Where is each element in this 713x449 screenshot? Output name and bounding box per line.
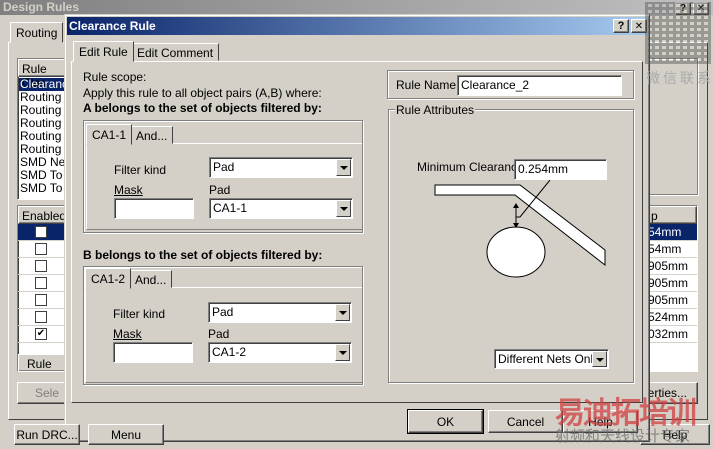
a-filter-kind-select[interactable]: Pad bbox=[209, 157, 353, 178]
enabled-checkbox[interactable]: ✔ bbox=[35, 328, 47, 340]
value-cell[interactable]: 032mm bbox=[647, 326, 697, 343]
dialog-titlebar: Clearance Rule bbox=[67, 17, 647, 35]
values-table[interactable]: p 54mm 54mm 905mm 905mm 905mm 524mm 032mm bbox=[646, 205, 698, 372]
clearance-diagram bbox=[434, 180, 606, 278]
a-tab-and[interactable]: And... bbox=[130, 126, 174, 144]
design-rules-title: Design Rules bbox=[3, 0, 80, 14]
enabled-checkbox[interactable] bbox=[35, 294, 47, 306]
b-tab-and[interactable]: And... bbox=[129, 270, 173, 288]
run-drc-button[interactable]: Run DRC... bbox=[14, 424, 80, 445]
value-cell[interactable]: 905mm bbox=[647, 292, 697, 309]
b-heading: B belongs to the set of objects filtered… bbox=[83, 248, 323, 262]
value-cell[interactable]: 54mm bbox=[647, 224, 697, 241]
enabled-checkbox[interactable] bbox=[35, 277, 47, 289]
tab-edit-comment[interactable]: Edit Comment bbox=[131, 43, 220, 61]
ok-button[interactable]: OK bbox=[407, 409, 484, 434]
b-tab-ca1-2[interactable]: CA1-2 bbox=[85, 268, 132, 289]
rule-scope-label: Rule scope: bbox=[83, 70, 147, 84]
value-cell[interactable]: 905mm bbox=[647, 258, 697, 275]
rule-name-label: Rule Name bbox=[396, 78, 457, 92]
chevron-down-icon[interactable] bbox=[592, 351, 607, 367]
chevron-down-icon[interactable] bbox=[335, 304, 350, 321]
dialog-help-button[interactable]: ? bbox=[613, 19, 629, 33]
pad-shape bbox=[486, 226, 546, 278]
a-heading: A belongs to the set of objects filtered… bbox=[83, 101, 322, 115]
design-rules-titlebar: Design Rules bbox=[0, 0, 713, 15]
dialog-title: Clearance Rule bbox=[69, 19, 156, 33]
min-clearance-input[interactable]: 0.254mm bbox=[514, 159, 607, 180]
b-mask-label: Mask bbox=[113, 327, 142, 341]
chevron-down-icon[interactable] bbox=[336, 159, 351, 176]
a-pad-select[interactable]: CA1-1 bbox=[209, 198, 353, 219]
a-tab-ca1-1[interactable]: CA1-1 bbox=[86, 124, 133, 145]
b-pad-value: CA1-2 bbox=[212, 345, 247, 359]
enabled-checkbox[interactable] bbox=[35, 243, 47, 255]
slogan-watermark: 射频和天线设计专家 bbox=[555, 428, 691, 445]
value-cell[interactable]: 524mm bbox=[647, 309, 697, 326]
b-filter-kind-value: Pad bbox=[212, 305, 234, 319]
rule-attributes-label: Rule Attributes bbox=[395, 103, 476, 117]
net-scope-select[interactable]: Different Nets Only bbox=[494, 349, 609, 369]
tab-routing[interactable]: Routing bbox=[10, 22, 64, 43]
b-pad-label: Pad bbox=[208, 327, 230, 341]
cancel-button[interactable]: Cancel bbox=[488, 410, 563, 433]
enabled-checkbox[interactable] bbox=[35, 311, 47, 323]
arrow-up-icon bbox=[513, 203, 519, 208]
qr-code-watermark bbox=[645, 2, 711, 64]
tab-edit-rule[interactable]: Edit Rule bbox=[73, 41, 134, 62]
net-scope-value: Different Nets Only bbox=[498, 352, 600, 366]
value-cell[interactable]: 905mm bbox=[647, 275, 697, 292]
b-filter-kind-select[interactable]: Pad bbox=[208, 302, 352, 323]
menu-button[interactable]: Menu bbox=[88, 424, 164, 445]
b-filter-kind-label: Filter kind bbox=[113, 307, 166, 321]
chevron-down-icon[interactable] bbox=[336, 200, 351, 217]
a-mask-label: Mask bbox=[114, 183, 143, 197]
rule-scope-desc: Apply this rule to all object pairs (A,B… bbox=[83, 86, 322, 100]
a-filter-kind-value: Pad bbox=[213, 160, 235, 174]
rule-name-input[interactable]: Clearance_2 bbox=[457, 75, 622, 96]
a-pad-value: CA1-1 bbox=[213, 201, 248, 215]
b-mask-input[interactable] bbox=[113, 342, 193, 363]
b-pad-select[interactable]: CA1-2 bbox=[208, 342, 352, 363]
value-header[interactable]: p bbox=[647, 206, 697, 224]
qr-caption: 微信联系 bbox=[646, 70, 713, 86]
a-mask-input[interactable] bbox=[114, 198, 194, 219]
value-cell[interactable]: 54mm bbox=[647, 241, 697, 258]
enabled-checkbox[interactable] bbox=[35, 260, 47, 272]
a-filter-kind-label: Filter kind bbox=[114, 163, 167, 177]
min-clearance-label: Minimum Clearance bbox=[417, 160, 524, 174]
enabled-checkbox[interactable] bbox=[35, 226, 47, 238]
a-pad-label: Pad bbox=[209, 183, 231, 197]
chevron-down-icon[interactable] bbox=[335, 344, 350, 361]
